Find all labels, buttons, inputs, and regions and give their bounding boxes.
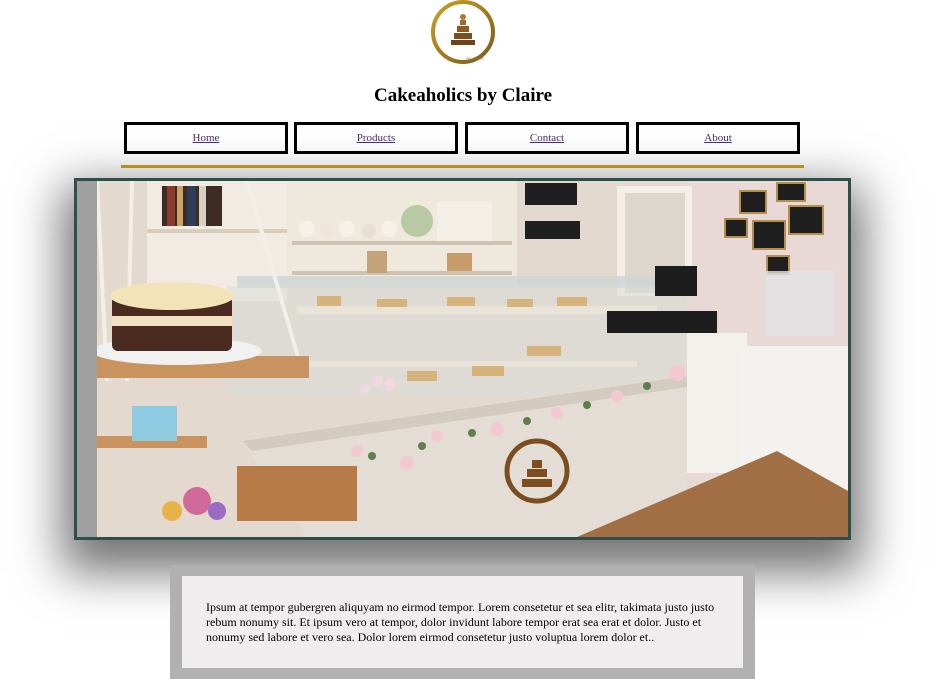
nav-link-home[interactable]: Home [193,132,220,144]
hero-image [74,178,851,540]
bakery-shop-photo [77,181,848,537]
content-paragraph: Ipsum at tempor gubergren aliquyam no ei… [206,600,715,644]
nav-item-home[interactable]: Home [124,122,288,154]
nav-link-about[interactable]: About [704,132,732,144]
nav-divider [121,165,804,168]
cakeaholics-logo[interactable]: CAKEAHOLICS by claire [429,0,497,68]
logo-text: CAKEAHOLICS [441,46,485,52]
page: CAKEAHOLICS by claire Cakeaholics by Cla… [0,0,940,679]
nav-item-contact[interactable]: Contact [465,122,629,154]
logo-subtext: by claire [466,57,484,62]
site-title: Cakeaholics by Claire [373,85,553,106]
nav-link-contact[interactable]: Contact [530,132,564,144]
main-nav: Home Products Contact About [124,122,802,154]
nav-link-products[interactable]: Products [357,132,396,144]
nav-item-about[interactable]: About [636,122,800,154]
nav-item-products[interactable]: Products [294,122,458,154]
